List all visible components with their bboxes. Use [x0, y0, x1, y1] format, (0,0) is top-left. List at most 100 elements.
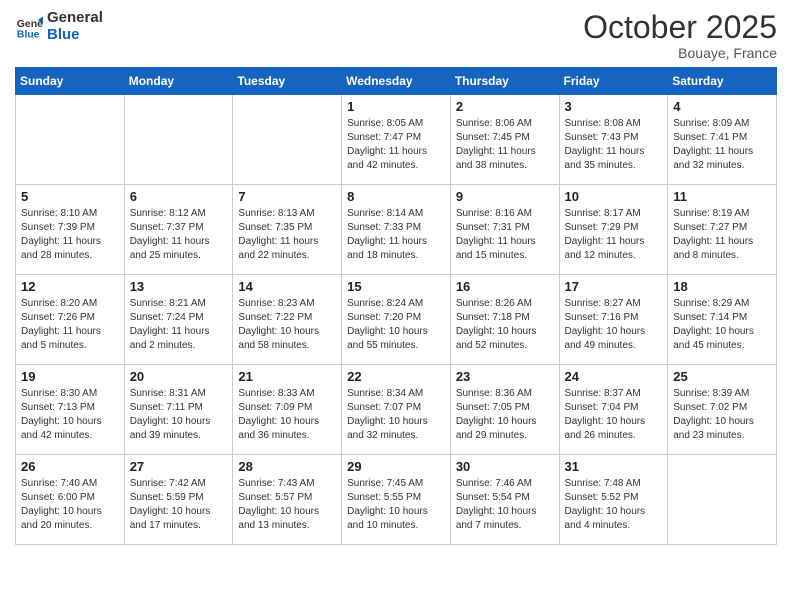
calendar-cell	[233, 95, 342, 185]
day-number: 1	[347, 99, 445, 114]
day-info: Sunrise: 8:19 AM Sunset: 7:27 PM Dayligh…	[673, 207, 771, 263]
header-saturday: Saturday	[668, 68, 777, 95]
day-number: 4	[673, 99, 771, 114]
header-friday: Friday	[559, 68, 668, 95]
calendar-cell: 19 Sunrise: 8:30 AM Sunset: 7:13 PM Dayli…	[16, 365, 125, 455]
day-info: Sunrise: 7:43 AM Sunset: 5:57 PM Dayligh…	[238, 477, 336, 533]
day-number: 28	[238, 459, 336, 474]
day-number: 23	[456, 369, 554, 384]
day-number: 8	[347, 189, 445, 204]
calendar-header: SundayMondayTuesdayWednesdayThursdayFrid…	[16, 68, 777, 95]
day-info: Sunrise: 8:21 AM Sunset: 7:24 PM Dayligh…	[130, 297, 228, 353]
calendar-cell: 21Sunrise: 8:33 AM Sunset: 7:09 PM Dayli…	[233, 365, 342, 455]
calendar-cell: 16Sunrise: 8:26 AM Sunset: 7:18 PM Dayli…	[450, 275, 559, 365]
day-number: 18	[673, 279, 771, 294]
day-number: 19	[21, 369, 119, 384]
day-info: Sunrise: 8:12 AM Sunset: 7:37 PM Dayligh…	[130, 207, 228, 263]
day-info: Sunrise: 8:36 AM Sunset: 7:05 PM Dayligh…	[456, 387, 554, 443]
day-number: 7	[238, 189, 336, 204]
calendar-cell	[668, 455, 777, 545]
day-number: 27	[130, 459, 228, 474]
day-info: Sunrise: 8:23 AM Sunset: 7:22 PM Dayligh…	[238, 297, 336, 353]
day-info: Sunrise: 8:16 AM Sunset: 7:31 PM Dayligh…	[456, 207, 554, 263]
calendar-body: 1 Sunrise: 8:05 AM Sunset: 7:47 PM Daylig…	[16, 95, 777, 545]
calendar-cell: 28 Sunrise: 7:43 AM Sunset: 5:57 PM Dayli…	[233, 455, 342, 545]
day-info: Sunrise: 8:30 AM Sunset: 7:13 PM Dayligh…	[21, 387, 119, 443]
logo-icon: General Blue	[15, 13, 43, 41]
calendar-cell: 30 Sunrise: 7:46 AM Sunset: 5:54 PM Dayli…	[450, 455, 559, 545]
day-info: Sunrise: 7:46 AM Sunset: 5:54 PM Dayligh…	[456, 477, 554, 533]
day-number: 31	[565, 459, 663, 474]
day-number: 14	[238, 279, 336, 294]
day-number: 22	[347, 369, 445, 384]
day-number: 16	[456, 279, 554, 294]
day-number: 3	[565, 99, 663, 114]
day-info: Sunrise: 8:29 AM Sunset: 7:14 PM Dayligh…	[673, 297, 771, 353]
location: Bouaye, France	[583, 45, 777, 61]
calendar-cell: 1 Sunrise: 8:05 AM Sunset: 7:47 PM Daylig…	[342, 95, 451, 185]
svg-text:Blue: Blue	[17, 28, 40, 40]
calendar-cell: 29Sunrise: 7:45 AM Sunset: 5:55 PM Dayli…	[342, 455, 451, 545]
calendar-cell	[124, 95, 233, 185]
day-number: 25	[673, 369, 771, 384]
day-info: Sunrise: 8:31 AM Sunset: 7:11 PM Dayligh…	[130, 387, 228, 443]
week-row-2: 5 Sunrise: 8:10 AM Sunset: 7:39 PM Daylig…	[16, 185, 777, 275]
calendar-cell: 11Sunrise: 8:19 AM Sunset: 7:27 PM Dayli…	[668, 185, 777, 275]
day-info: Sunrise: 8:27 AM Sunset: 7:16 PM Dayligh…	[565, 297, 663, 353]
calendar-cell: 23 Sunrise: 8:36 AM Sunset: 7:05 PM Dayli…	[450, 365, 559, 455]
calendar-cell: 2Sunrise: 8:06 AM Sunset: 7:45 PM Daylig…	[450, 95, 559, 185]
day-number: 13	[130, 279, 228, 294]
day-number: 17	[565, 279, 663, 294]
day-number: 26	[21, 459, 119, 474]
day-number: 20	[130, 369, 228, 384]
day-info: Sunrise: 8:09 AM Sunset: 7:41 PM Dayligh…	[673, 117, 771, 173]
calendar-cell: 14 Sunrise: 8:23 AM Sunset: 7:22 PM Dayli…	[233, 275, 342, 365]
day-number: 12	[21, 279, 119, 294]
calendar-cell: 26 Sunrise: 7:40 AM Sunset: 6:00 PM Dayli…	[16, 455, 125, 545]
day-info: Sunrise: 8:24 AM Sunset: 7:20 PM Dayligh…	[347, 297, 445, 353]
day-info: Sunrise: 7:40 AM Sunset: 6:00 PM Dayligh…	[21, 477, 119, 533]
logo: General Blue General Blue	[15, 10, 103, 43]
calendar-cell: 6 Sunrise: 8:12 AM Sunset: 7:37 PM Daylig…	[124, 185, 233, 275]
day-number: 15	[347, 279, 445, 294]
month-title: October 2025	[583, 10, 777, 45]
day-info: Sunrise: 8:05 AM Sunset: 7:47 PM Dayligh…	[347, 117, 445, 173]
header-thursday: Thursday	[450, 68, 559, 95]
calendar-cell: 7 Sunrise: 8:13 AM Sunset: 7:35 PM Daylig…	[233, 185, 342, 275]
page-header: General Blue General Blue October 2025 B…	[15, 10, 777, 61]
day-number: 2	[456, 99, 554, 114]
header-tuesday: Tuesday	[233, 68, 342, 95]
logo-line2: Blue	[47, 27, 103, 44]
calendar-cell: 4 Sunrise: 8:09 AM Sunset: 7:41 PM Daylig…	[668, 95, 777, 185]
day-number: 30	[456, 459, 554, 474]
day-info: Sunrise: 8:14 AM Sunset: 7:33 PM Dayligh…	[347, 207, 445, 263]
calendar-cell: 17 Sunrise: 8:27 AM Sunset: 7:16 PM Dayli…	[559, 275, 668, 365]
calendar-cell	[16, 95, 125, 185]
day-number: 9	[456, 189, 554, 204]
day-number: 5	[21, 189, 119, 204]
calendar-cell: 9 Sunrise: 8:16 AM Sunset: 7:31 PM Daylig…	[450, 185, 559, 275]
day-info: Sunrise: 8:13 AM Sunset: 7:35 PM Dayligh…	[238, 207, 336, 263]
calendar-cell: 27Sunrise: 7:42 AM Sunset: 5:59 PM Dayli…	[124, 455, 233, 545]
week-row-4: 19 Sunrise: 8:30 AM Sunset: 7:13 PM Dayli…	[16, 365, 777, 455]
week-row-5: 26 Sunrise: 7:40 AM Sunset: 6:00 PM Dayli…	[16, 455, 777, 545]
day-info: Sunrise: 8:20 AM Sunset: 7:26 PM Dayligh…	[21, 297, 119, 353]
day-info: Sunrise: 8:10 AM Sunset: 7:39 PM Dayligh…	[21, 207, 119, 263]
day-info: Sunrise: 8:08 AM Sunset: 7:43 PM Dayligh…	[565, 117, 663, 173]
day-number: 10	[565, 189, 663, 204]
calendar-cell: 8 Sunrise: 8:14 AM Sunset: 7:33 PM Daylig…	[342, 185, 451, 275]
calendar-cell: 20 Sunrise: 8:31 AM Sunset: 7:11 PM Dayli…	[124, 365, 233, 455]
calendar-table: SundayMondayTuesdayWednesdayThursdayFrid…	[15, 67, 777, 545]
week-row-3: 12 Sunrise: 8:20 AM Sunset: 7:26 PM Dayli…	[16, 275, 777, 365]
day-info: Sunrise: 7:45 AM Sunset: 5:55 PM Dayligh…	[347, 477, 445, 533]
day-number: 24	[565, 369, 663, 384]
calendar-cell: 13 Sunrise: 8:21 AM Sunset: 7:24 PM Dayli…	[124, 275, 233, 365]
day-number: 6	[130, 189, 228, 204]
header-wednesday: Wednesday	[342, 68, 451, 95]
day-info: Sunrise: 7:48 AM Sunset: 5:52 PM Dayligh…	[565, 477, 663, 533]
day-info: Sunrise: 8:33 AM Sunset: 7:09 PM Dayligh…	[238, 387, 336, 443]
day-info: Sunrise: 8:37 AM Sunset: 7:04 PM Dayligh…	[565, 387, 663, 443]
week-row-1: 1 Sunrise: 8:05 AM Sunset: 7:47 PM Daylig…	[16, 95, 777, 185]
calendar-cell: 31 Sunrise: 7:48 AM Sunset: 5:52 PM Dayli…	[559, 455, 668, 545]
calendar-cell: 24 Sunrise: 8:37 AM Sunset: 7:04 PM Dayli…	[559, 365, 668, 455]
